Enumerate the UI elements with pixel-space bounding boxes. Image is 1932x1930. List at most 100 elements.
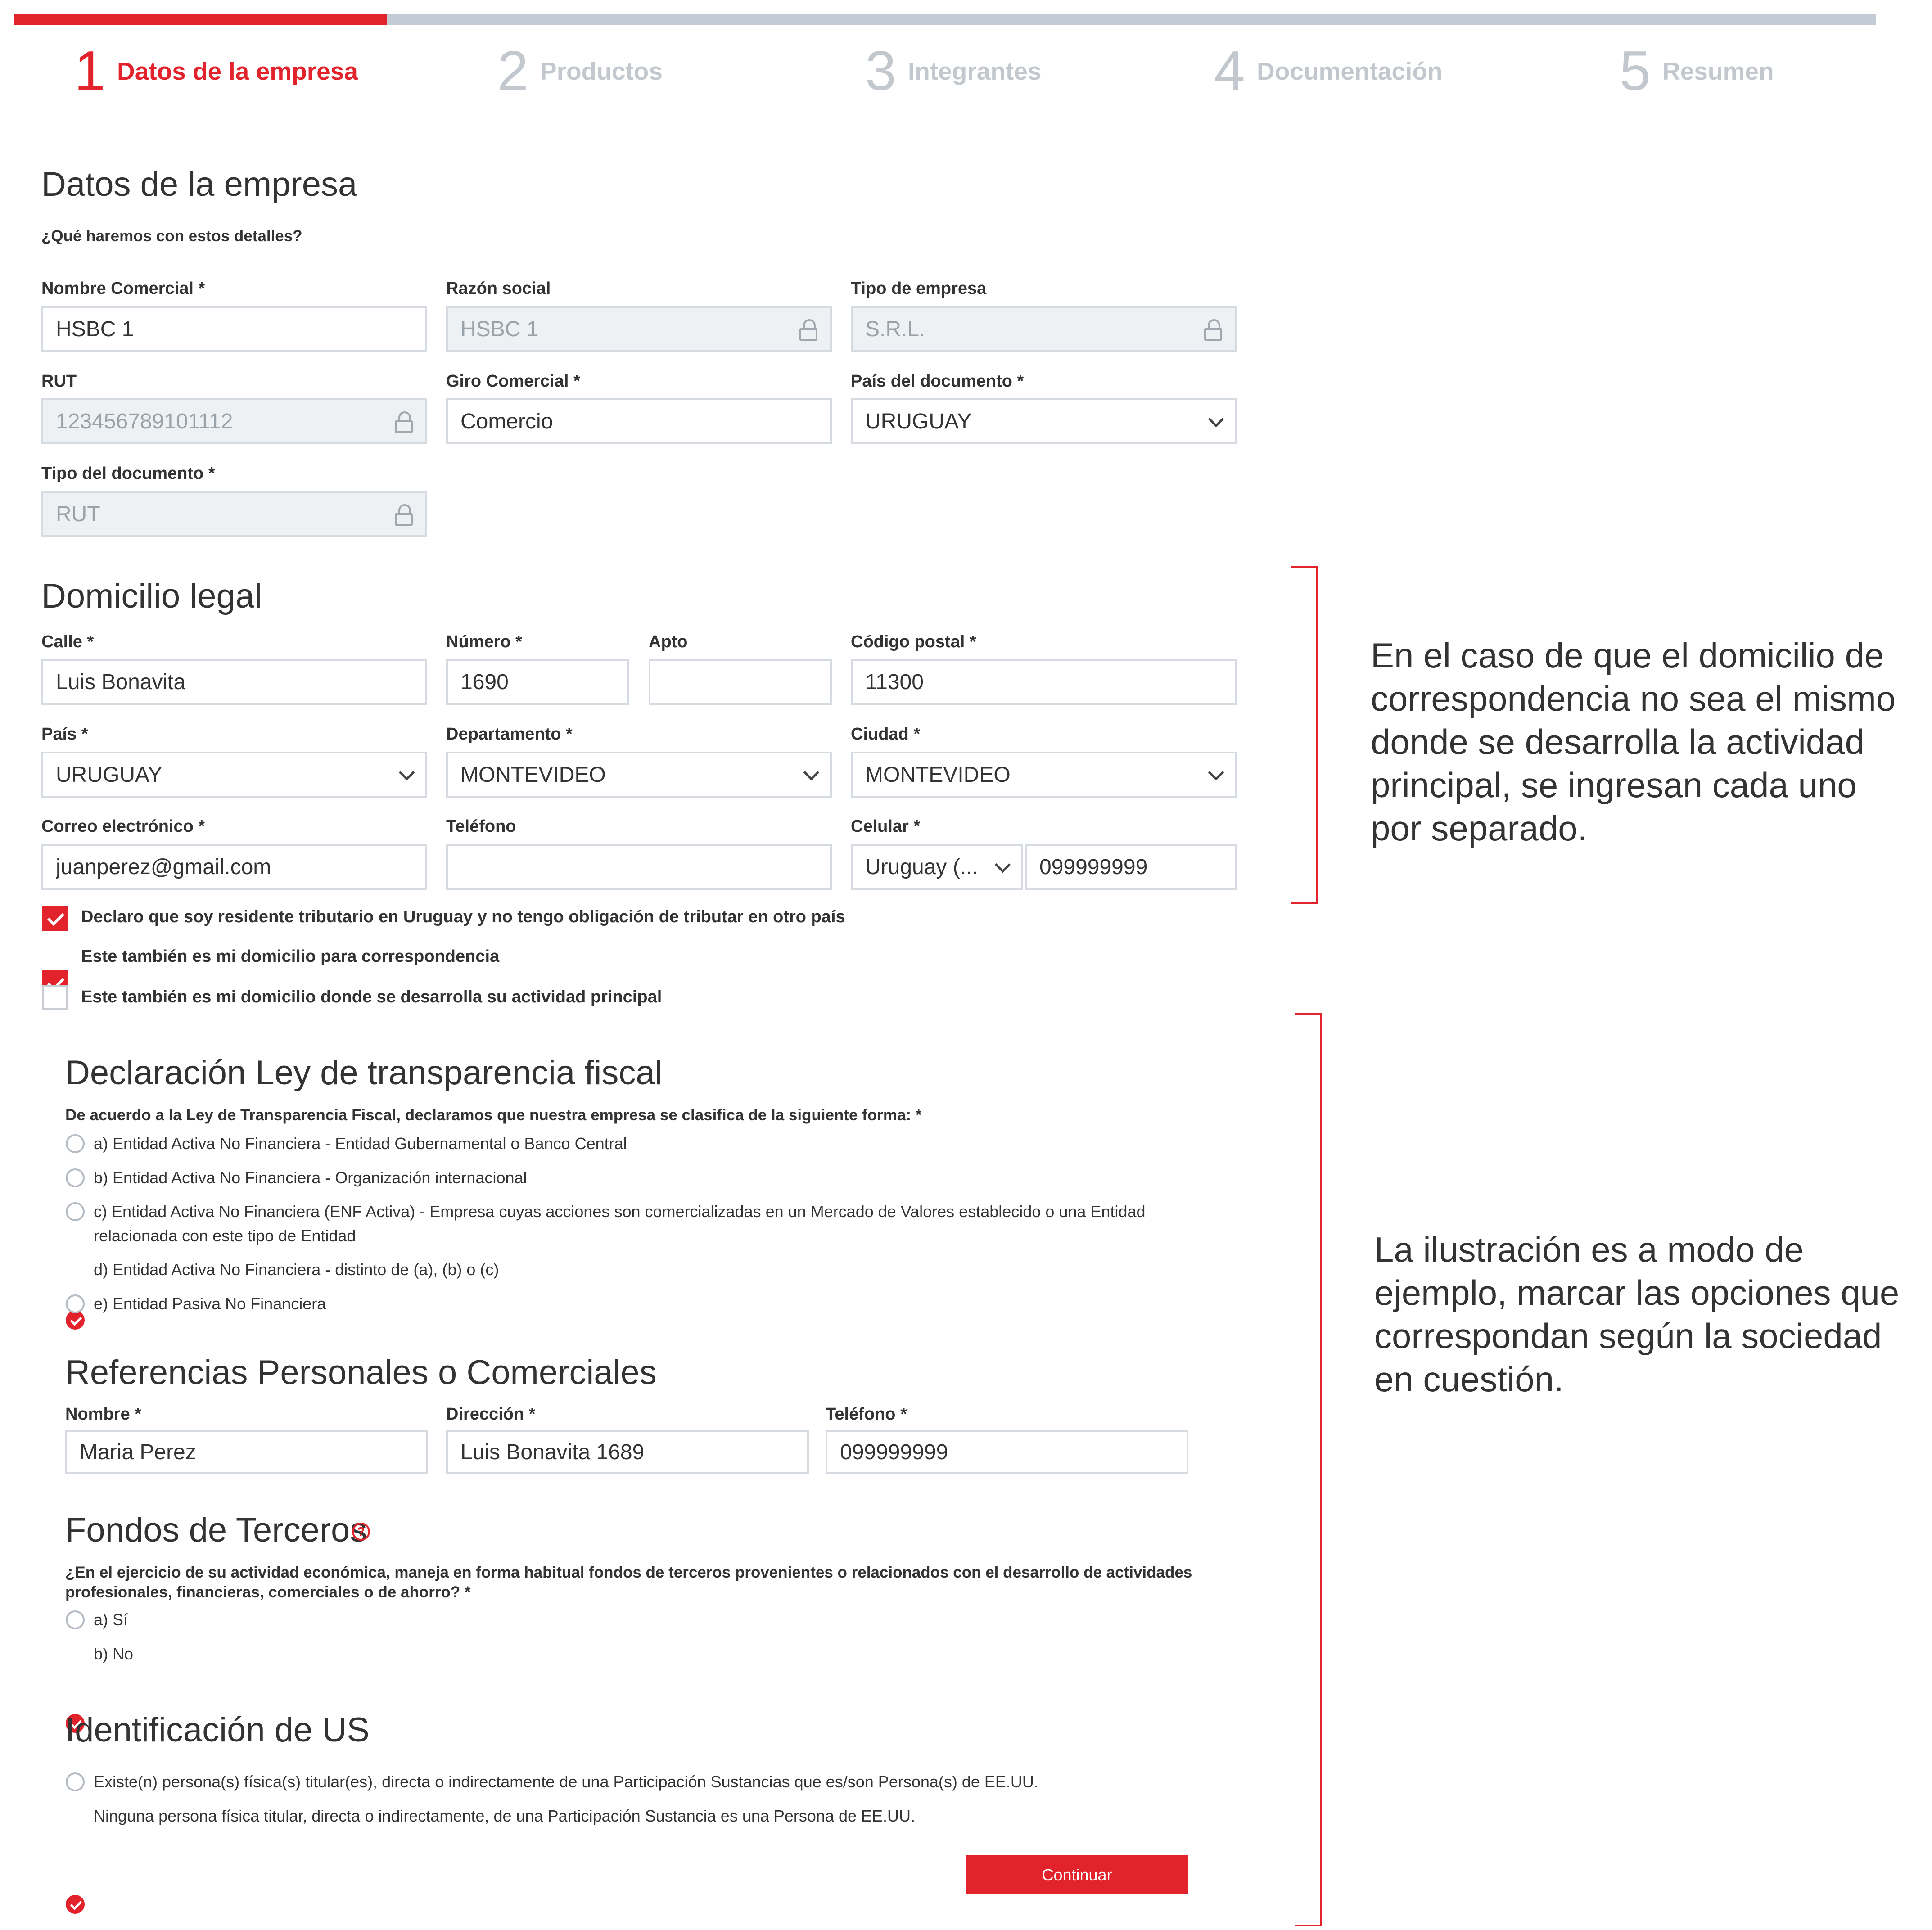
chevron-down-icon xyxy=(1209,768,1222,781)
annotation-line: principal, se ingresan cada uno xyxy=(1371,765,1857,805)
correo-input[interactable]: juanperez@gmail.com xyxy=(41,844,427,890)
departamento-select[interactable]: MONTEVIDEO xyxy=(446,752,832,798)
funds-question-line2: profesionales, financieras, comerciales … xyxy=(65,1583,471,1601)
input-value: 099999999 xyxy=(840,1440,948,1464)
step-label: Productos xyxy=(540,57,663,85)
select-value: URUGUAY xyxy=(56,762,163,787)
lock-icon xyxy=(799,319,817,341)
pais-documento-label: País del documento * xyxy=(851,372,1024,391)
telefono-input[interactable] xyxy=(446,844,832,890)
select-value: MONTEVIDEO xyxy=(460,762,606,787)
continue-button[interactable]: Continuar xyxy=(966,1855,1188,1894)
correspondence-address-label: Este también es mi domicilio para corres… xyxy=(81,947,500,966)
input-value: 123456789101112 xyxy=(56,409,233,433)
annotation-line: por separado. xyxy=(1371,808,1588,848)
fiscal-option-b-label: b) Entidad Activa No Financiera - Organi… xyxy=(94,1168,527,1187)
step-integrantes[interactable]: 3 Integrantes xyxy=(865,40,1041,103)
tipo-documento-input: RUT xyxy=(41,491,427,537)
section-title-us: Identificación de US xyxy=(65,1711,370,1749)
ref-telefono-input[interactable]: 099999999 xyxy=(826,1430,1188,1474)
step-label: Documentación xyxy=(1256,57,1443,85)
fiscal-option-d-radio[interactable] xyxy=(66,1311,85,1330)
nombre-comercial-label: Nombre Comercial * xyxy=(41,279,205,298)
codigo-postal-input[interactable]: 11300 xyxy=(851,659,1237,705)
us-option-exists-label: Existe(n) persona(s) física(s) titular(e… xyxy=(94,1772,1038,1791)
fiscal-option-d-label: d) Entidad Activa No Financiera - distin… xyxy=(94,1260,499,1279)
progress-fill xyxy=(14,14,387,25)
annotation-note-options: La ilustración es a modo de ejemplo, mar… xyxy=(1374,1228,1899,1401)
input-value: Maria Perez xyxy=(80,1440,196,1464)
step-number: 5 xyxy=(1620,40,1651,102)
fiscal-question: De acuerdo a la Ley de Transparencia Fis… xyxy=(65,1106,922,1124)
funds-option-no-label: b) No xyxy=(94,1645,134,1663)
us-option-exists-radio[interactable] xyxy=(66,1772,85,1791)
giro-comercial-label: Giro Comercial * xyxy=(446,372,580,391)
annotation-line: en cuestión. xyxy=(1374,1359,1564,1399)
fiscal-option-e-label: e) Entidad Pasiva No Financiera xyxy=(94,1294,326,1313)
tax-resident-checkbox[interactable] xyxy=(42,906,68,931)
telefono-label: Teléfono xyxy=(446,817,516,836)
tipo-documento-label: Tipo del documento * xyxy=(41,464,215,483)
step-datos-empresa[interactable]: 1 Datos de la empresa xyxy=(74,40,358,103)
step-number: 2 xyxy=(497,40,528,102)
correo-label: Correo electrónico * xyxy=(41,817,205,836)
lock-icon xyxy=(1204,319,1222,341)
input-value: HSBC 1 xyxy=(460,317,539,341)
fiscal-option-b-radio[interactable] xyxy=(66,1168,85,1187)
funds-option-yes-radio[interactable] xyxy=(66,1610,85,1629)
input-value: Luis Bonavita xyxy=(56,670,186,694)
input-value: 099999999 xyxy=(1039,855,1148,879)
input-value: juanperez@gmail.com xyxy=(56,855,271,879)
input-value: S.R.L. xyxy=(865,317,925,341)
input-value: HSBC 1 xyxy=(56,317,134,341)
step-number: 1 xyxy=(74,40,105,102)
pais-select[interactable]: URUGUAY xyxy=(41,752,427,798)
ciudad-select[interactable]: MONTEVIDEO xyxy=(851,752,1237,798)
select-value: Uruguay (... xyxy=(865,855,978,879)
step-number: 4 xyxy=(1214,40,1245,102)
celular-input[interactable]: 099999999 xyxy=(1025,844,1237,890)
annotation-line: correspondan según la sociedad xyxy=(1374,1316,1882,1356)
details-hint-link[interactable]: ¿Qué haremos con estos detalles? xyxy=(41,227,302,245)
razon-social-input: HSBC 1 xyxy=(446,306,832,352)
us-option-none-label: Ninguna persona física titular, directa … xyxy=(94,1807,916,1825)
ref-telefono-label: Teléfono * xyxy=(826,1405,907,1424)
apto-input[interactable] xyxy=(649,659,832,705)
funds-option-yes-label: a) Sí xyxy=(94,1610,128,1629)
fiscal-option-c-radio[interactable] xyxy=(66,1202,85,1221)
ref-direccion-input[interactable]: Luis Bonavita 1689 xyxy=(446,1430,809,1474)
input-value: Comercio xyxy=(460,409,553,433)
giro-comercial-input[interactable]: Comercio xyxy=(446,398,832,444)
select-value: MONTEVIDEO xyxy=(865,762,1011,787)
us-option-none-radio[interactable] xyxy=(66,1895,85,1914)
pais-documento-select[interactable]: URUGUAY xyxy=(851,398,1237,444)
help-icon[interactable]: ? xyxy=(352,1523,370,1541)
ref-nombre-input[interactable]: Maria Perez xyxy=(65,1430,428,1474)
numero-input[interactable]: 1690 xyxy=(446,659,629,705)
tipo-empresa-label: Tipo de empresa xyxy=(851,279,987,298)
main-activity-address-label: Este también es mi domicilio donde se de… xyxy=(81,988,662,1006)
annotation-line: ejemplo, marcar las opciones que xyxy=(1374,1273,1900,1312)
celular-country-select[interactable]: Uruguay (... xyxy=(851,844,1023,890)
fiscal-option-e-radio[interactable] xyxy=(66,1294,85,1313)
calle-label: Calle * xyxy=(41,632,94,651)
annotation-line: La ilustración es a modo de xyxy=(1374,1230,1804,1269)
section-title-address: Domicilio legal xyxy=(41,577,262,615)
fiscal-option-c-label-continued: relacionada con este tipo de Entidad xyxy=(94,1227,356,1245)
pais-label: País * xyxy=(41,725,88,744)
main-activity-address-checkbox[interactable] xyxy=(42,985,68,1010)
step-productos[interactable]: 2 Productos xyxy=(497,40,663,103)
calle-input[interactable]: Luis Bonavita xyxy=(41,659,427,705)
fiscal-option-c-label: c) Entidad Activa No Financiera (ENF Act… xyxy=(94,1202,1146,1221)
annotation-note-address: En el caso de que el domicilio de corres… xyxy=(1371,634,1896,850)
step-documentacion[interactable]: 4 Documentación xyxy=(1214,40,1443,103)
chevron-down-icon xyxy=(1209,415,1222,428)
step-resumen[interactable]: 5 Resumen xyxy=(1620,40,1774,103)
fiscal-option-a-label: a) Entidad Activa No Financiera - Entida… xyxy=(94,1134,627,1153)
fiscal-option-a-radio[interactable] xyxy=(66,1134,85,1153)
step-label: Resumen xyxy=(1662,57,1774,85)
funds-question-line1: ¿En el ejercicio de su actividad económi… xyxy=(65,1564,1192,1581)
nombre-comercial-input[interactable]: HSBC 1 xyxy=(41,306,427,352)
section-title-company: Datos de la empresa xyxy=(41,165,357,203)
ref-nombre-label: Nombre * xyxy=(65,1405,141,1424)
